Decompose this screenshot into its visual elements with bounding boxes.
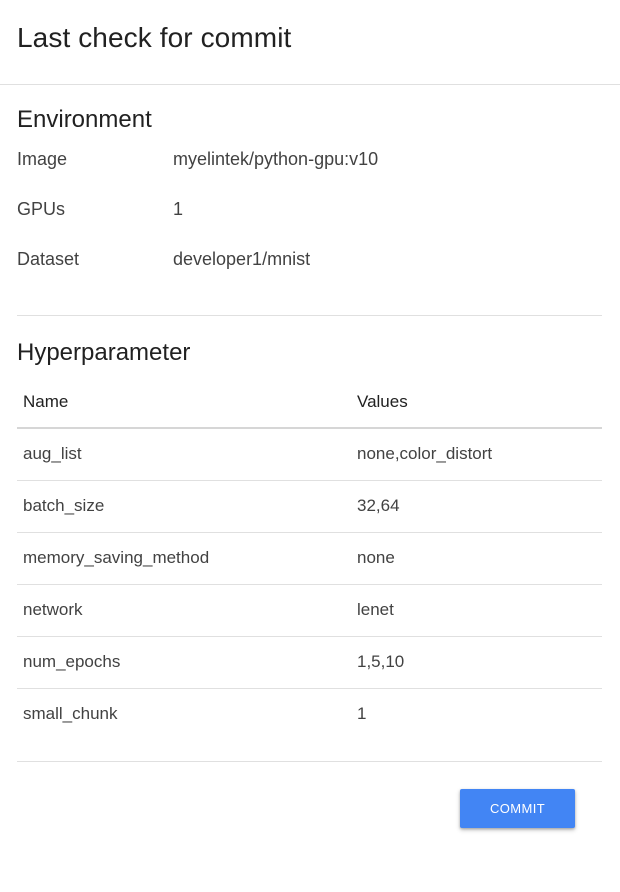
table-row: batch_size 32,64: [17, 481, 602, 533]
table-row: num_epochs 1,5,10: [17, 637, 602, 689]
title-divider: [0, 84, 620, 85]
param-name: aug_list: [23, 444, 82, 463]
env-value: developer1/mnist: [173, 249, 311, 269]
env-label: GPUs: [17, 199, 66, 219]
table-row: aug_list none,color_distort: [17, 429, 602, 481]
env-value: myelintek/python-gpu:v10: [173, 149, 379, 169]
column-header-name: Name: [23, 392, 69, 411]
param-name: small_chunk: [23, 704, 118, 723]
param-values: none,color_distort: [357, 444, 493, 463]
param-values: 1: [357, 704, 367, 723]
param-name: num_epochs: [23, 652, 121, 671]
param-values: lenet: [357, 600, 394, 619]
hyperparameter-heading: Hyperparameter: [17, 339, 191, 366]
param-name: memory_saving_method: [23, 548, 210, 567]
param-values: 32,64: [357, 496, 400, 515]
commit-button[interactable]: COMMIT: [460, 789, 575, 828]
section-divider: [17, 315, 602, 316]
environment-heading: Environment: [17, 106, 152, 133]
env-value: 1: [173, 199, 184, 219]
table-header: Name Values: [17, 377, 602, 429]
table-row: memory_saving_method none: [17, 533, 602, 585]
env-label: Image: [17, 149, 68, 169]
param-values: 1,5,10: [357, 652, 405, 671]
table-row: small_chunk 1: [17, 689, 602, 741]
param-name: network: [23, 600, 83, 619]
param-values: none: [357, 548, 395, 567]
dialog-title: Last check for commit: [17, 22, 292, 53]
section-divider: [17, 761, 602, 762]
column-header-values: Values: [357, 392, 408, 411]
param-name: batch_size: [23, 496, 105, 515]
env-label: Dataset: [17, 249, 80, 269]
table-row: network lenet: [17, 585, 602, 637]
hyperparameter-table: Name Values aug_list none,color_distort …: [17, 377, 602, 741]
